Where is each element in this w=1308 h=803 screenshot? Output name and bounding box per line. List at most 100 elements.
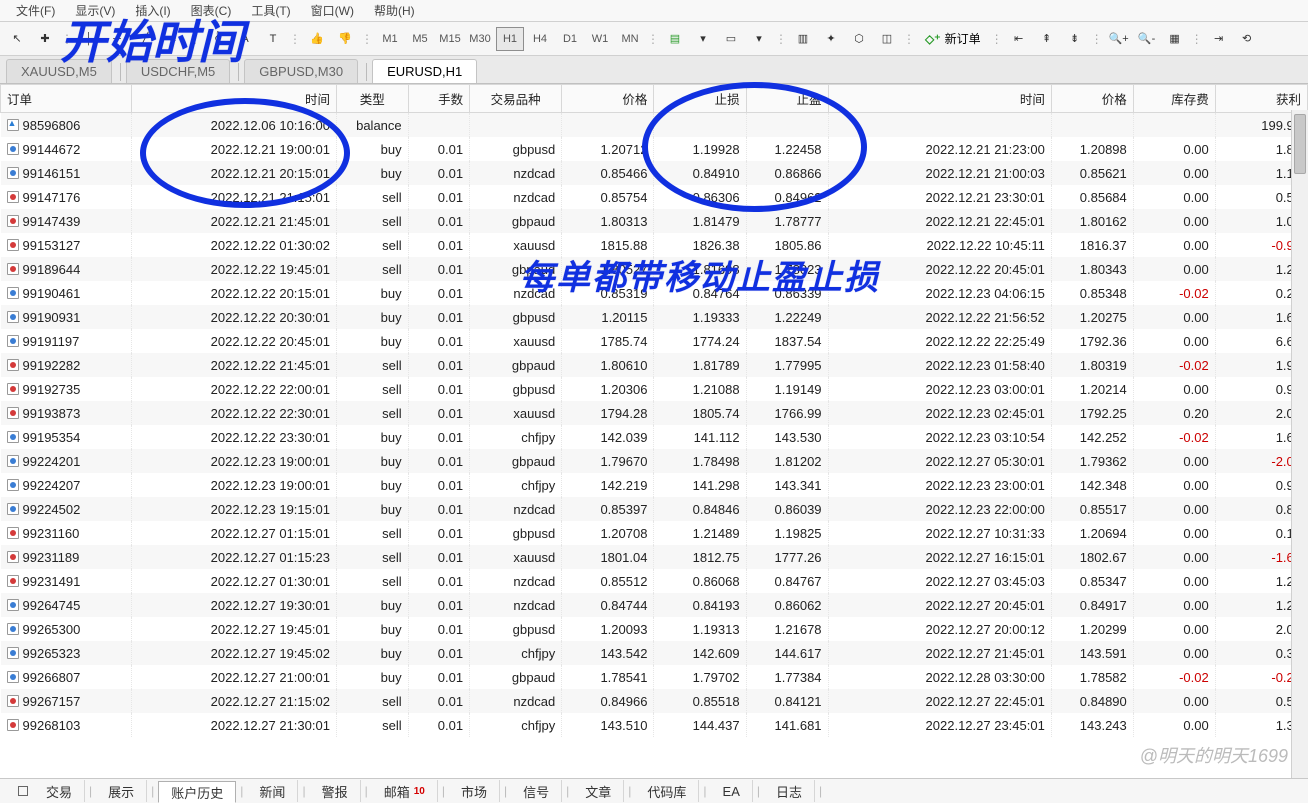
menu-item[interactable]: 帮助(H): [374, 2, 415, 19]
column-header[interactable]: 时间: [828, 85, 1051, 113]
bottom-tab-2[interactable]: 账户历史: [158, 781, 236, 803]
column-header[interactable]: 类型: [336, 85, 408, 113]
table-row[interactable]: 992242012022.12.23 19:00:01buy0.01gbpaud…: [1, 449, 1308, 473]
bottom-tab-11[interactable]: 日志: [764, 780, 815, 802]
column-header[interactable]: 订单: [1, 85, 132, 113]
vline-tool-button[interactable]: │: [76, 26, 102, 52]
nav-button[interactable]: ⇤: [1006, 26, 1032, 52]
table-row[interactable]: 992668072022.12.27 21:00:01buy0.01gbpaud…: [1, 665, 1308, 689]
grid-button[interactable]: ▦: [1162, 26, 1188, 52]
chart-tab[interactable]: EURUSD,H1: [372, 59, 477, 83]
table-row[interactable]: 991938732022.12.22 22:30:01sell0.01xauus…: [1, 401, 1308, 425]
table-row[interactable]: 991922822022.12.22 21:45:01sell0.01gbpau…: [1, 353, 1308, 377]
zoom-out-button[interactable]: 🔍-: [1134, 26, 1160, 52]
column-header[interactable]: 获利: [1215, 85, 1307, 113]
bottom-tab-3[interactable]: 新闻: [247, 780, 298, 802]
menu-item[interactable]: 工具(T): [251, 2, 290, 19]
table-row[interactable]: 991953542022.12.22 23:30:01buy0.01chfjpy…: [1, 425, 1308, 449]
bar-chart-button[interactable]: ▥: [790, 26, 816, 52]
chart-tab[interactable]: XAUUSD,M5: [6, 59, 112, 83]
cursor-tool-button[interactable]: ↖: [4, 26, 30, 52]
menu-item[interactable]: 显示(V): [75, 2, 115, 19]
column-header[interactable]: 手数: [408, 85, 469, 113]
menu-item[interactable]: 图表(C): [191, 2, 232, 19]
menu-item[interactable]: 插入(I): [135, 2, 170, 19]
thumb-up-button[interactable]: 👍: [304, 26, 330, 52]
chart-add-button[interactable]: ▤: [662, 26, 688, 52]
crosshair-tool-button[interactable]: ✚: [32, 26, 58, 52]
nav-button[interactable]: ⇞: [1034, 26, 1060, 52]
bottom-tab-1[interactable]: 展示: [96, 780, 147, 802]
timeframe-m15-button[interactable]: M15: [436, 27, 464, 51]
channel-tool-button[interactable]: ≡: [160, 26, 186, 52]
table-row[interactable]: 992647452022.12.27 19:30:01buy0.01nzdcad…: [1, 593, 1308, 617]
line-chart-button[interactable]: ⬡: [846, 26, 872, 52]
table-row[interactable]: 992311892022.12.27 01:15:23sell0.01xauus…: [1, 545, 1308, 569]
template-button[interactable]: ▭: [718, 26, 744, 52]
scrollbar-thumb[interactable]: [1294, 114, 1306, 174]
menu-item[interactable]: 窗口(W): [311, 2, 354, 19]
nav-button[interactable]: ⇟: [1062, 26, 1088, 52]
table-row[interactable]: 992314912022.12.27 01:30:01sell0.01nzdca…: [1, 569, 1308, 593]
label-tool-button[interactable]: T: [260, 26, 286, 52]
bottom-tab-10[interactable]: EA: [711, 780, 753, 802]
menu-item[interactable]: 文件(F): [16, 2, 55, 19]
dropdown-button[interactable]: ▾: [746, 26, 772, 52]
timeframe-m5-button[interactable]: M5: [406, 27, 434, 51]
zoom-in-button[interactable]: 🔍+: [1106, 26, 1132, 52]
table-row[interactable]: 991474392022.12.21 21:45:01sell0.01gbpau…: [1, 209, 1308, 233]
chart-tab[interactable]: GBPUSD,M30: [244, 59, 358, 83]
table-row[interactable]: 992311602022.12.27 01:15:01sell0.01gbpus…: [1, 521, 1308, 545]
bottom-tab-9[interactable]: 代码库: [635, 780, 699, 802]
thumb-down-button[interactable]: 👎: [332, 26, 358, 52]
bottom-tab-4[interactable]: 警报: [310, 780, 361, 802]
table-row[interactable]: 992681032022.12.27 21:30:01sell0.01chfjp…: [1, 713, 1308, 737]
extra-chart-button[interactable]: ◫: [874, 26, 900, 52]
table-row[interactable]: 991911972022.12.22 20:45:01buy0.01xauusd…: [1, 329, 1308, 353]
table-row[interactable]: 991471762022.12.21 21:15:01sell0.01nzdca…: [1, 185, 1308, 209]
table-row[interactable]: 991896442022.12.22 19:45:01sell0.01gbpau…: [1, 257, 1308, 281]
new-order-button[interactable]: ◇⁺ 新订单: [918, 26, 988, 52]
table-row[interactable]: 991909312022.12.22 20:30:01buy0.01gbpusd…: [1, 305, 1308, 329]
timeframe-w1-button[interactable]: W1: [586, 27, 614, 51]
column-header[interactable]: 交易品种: [470, 85, 562, 113]
fibo-tool-button[interactable]: 𝄞: [204, 26, 230, 52]
candle-chart-button[interactable]: ✦: [818, 26, 844, 52]
table-row[interactable]: 991904612022.12.22 20:15:01buy0.01nzdcad…: [1, 281, 1308, 305]
text-tool-button[interactable]: A: [232, 26, 258, 52]
table-row[interactable]: 992653232022.12.27 19:45:02buy0.01chfjpy…: [1, 641, 1308, 665]
timeframe-m30-button[interactable]: M30: [466, 27, 494, 51]
trendline-tool-button[interactable]: ╱: [132, 26, 158, 52]
column-header[interactable]: 止损: [654, 85, 746, 113]
bottom-tab-6[interactable]: 市场: [449, 780, 500, 802]
column-header[interactable]: 止盈: [746, 85, 828, 113]
expand-handle[interactable]: [18, 786, 28, 796]
table-row[interactable]: 991531272022.12.22 01:30:02sell0.01xauus…: [1, 233, 1308, 257]
chart-tab[interactable]: USDCHF,M5: [126, 59, 230, 83]
table-row[interactable]: 992653002022.12.27 19:45:01buy0.01gbpusd…: [1, 617, 1308, 641]
shift-button[interactable]: ⇥: [1206, 26, 1232, 52]
timeframe-h1-button[interactable]: H1: [496, 27, 524, 51]
table-row[interactable]: 991461512022.12.21 20:15:01buy0.01nzdcad…: [1, 161, 1308, 185]
autoscroll-button[interactable]: ⟲: [1234, 26, 1260, 52]
column-header[interactable]: 时间: [132, 85, 337, 113]
column-header[interactable]: 价格: [1051, 85, 1133, 113]
bottom-tab-8[interactable]: 文章: [573, 780, 624, 802]
timeframe-h4-button[interactable]: H4: [526, 27, 554, 51]
table-row[interactable]: 991927352022.12.22 22:00:01sell0.01gbpus…: [1, 377, 1308, 401]
bottom-tab-5[interactable]: 邮箱 10: [372, 780, 438, 802]
column-header[interactable]: 库存费: [1133, 85, 1215, 113]
bottom-tab-7[interactable]: 信号: [511, 780, 562, 802]
bottom-tab-0[interactable]: 交易: [34, 780, 85, 802]
timeframe-m1-button[interactable]: M1: [376, 27, 404, 51]
table-row[interactable]: 992245022022.12.23 19:15:01buy0.01nzdcad…: [1, 497, 1308, 521]
timeframe-d1-button[interactable]: D1: [556, 27, 584, 51]
dropdown-button[interactable]: ▾: [690, 26, 716, 52]
table-row[interactable]: 992671572022.12.27 21:15:02sell0.01nzdca…: [1, 689, 1308, 713]
table-row[interactable]: 991446722022.12.21 19:00:01buy0.01gbpusd…: [1, 137, 1308, 161]
timeframe-mn-button[interactable]: MN: [616, 27, 644, 51]
table-row[interactable]: 985968062022.12.06 10:16:00balance199.99: [1, 113, 1308, 138]
column-header[interactable]: 价格: [562, 85, 654, 113]
table-row[interactable]: 992242072022.12.23 19:00:01buy0.01chfjpy…: [1, 473, 1308, 497]
vertical-scrollbar[interactable]: [1291, 110, 1308, 778]
